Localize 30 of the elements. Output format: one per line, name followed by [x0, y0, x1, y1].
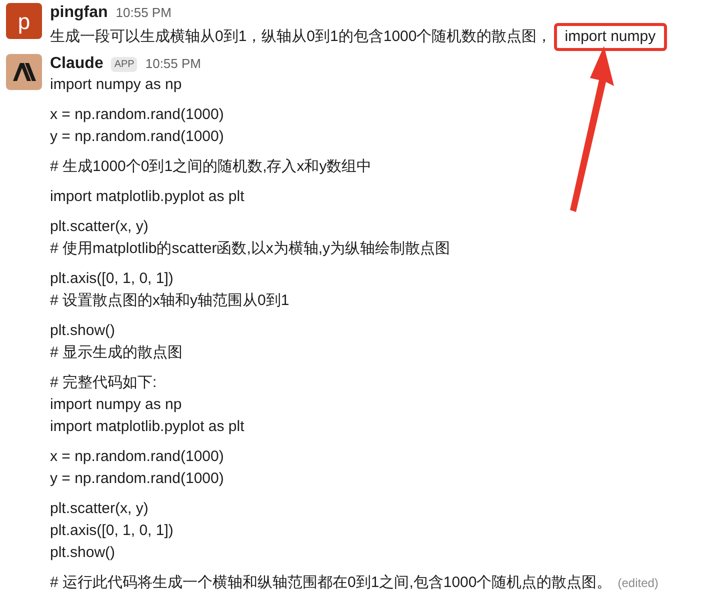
author-name[interactable]: Claude: [50, 52, 104, 76]
message-line: y = np.random.rand(1000): [50, 469, 224, 489]
message-line: x = np.random.rand(1000): [50, 105, 224, 125]
message-line: plt.show(): [50, 543, 116, 563]
message-line: # 运行此代码将生成一个横轴和纵轴范围都在0到1之间,包含1000个随机点的散点图。: [50, 573, 612, 593]
message-line: plt.axis([0, 1, 0, 1]): [50, 269, 174, 289]
message-time[interactable]: 10:55 PM: [145, 54, 202, 74]
message-line: # 使用matplotlib的scatter函数,以x为横轴,y为纵轴绘制散点图: [50, 239, 450, 259]
app-badge: APP: [111, 56, 138, 72]
message-line: import numpy as np: [50, 75, 182, 95]
edited-label: (edited): [618, 575, 658, 592]
message-line: # 生成1000个0到1之间的随机数,存入x和y数组中: [50, 157, 372, 177]
message-line: # 设置散点图的x轴和y轴范围从0到1: [50, 291, 290, 311]
message-line: plt.show(): [50, 321, 116, 341]
message-line: # 完整代码如下:: [50, 373, 157, 393]
message-time[interactable]: 10:55 PM: [116, 3, 172, 23]
message-line: import matplotlib.pyplot as plt: [50, 417, 244, 437]
message-line: plt.scatter(x, y): [50, 499, 148, 519]
message-line: plt.axis([0, 1, 0, 1]): [50, 521, 174, 541]
author-name[interactable]: pingfan: [50, 1, 108, 25]
message-line: import matplotlib.pyplot as plt: [50, 187, 244, 207]
message-line: # 显示生成的散点图: [50, 343, 183, 363]
message-line: y = np.random.rand(1000): [50, 127, 224, 147]
message-text: 生成一段可以生成横轴从0到1，纵轴从0到1的包含1000个随机数的散点图，: [50, 27, 552, 47]
message-line: x = np.random.rand(1000): [50, 447, 224, 467]
user-avatar[interactable]: p: [6, 3, 42, 39]
message-line: import numpy as np: [50, 395, 182, 415]
highlighted-text: import numpy: [554, 23, 667, 51]
message-line: plt.scatter(x, y): [50, 217, 148, 237]
bot-avatar[interactable]: [6, 54, 42, 90]
